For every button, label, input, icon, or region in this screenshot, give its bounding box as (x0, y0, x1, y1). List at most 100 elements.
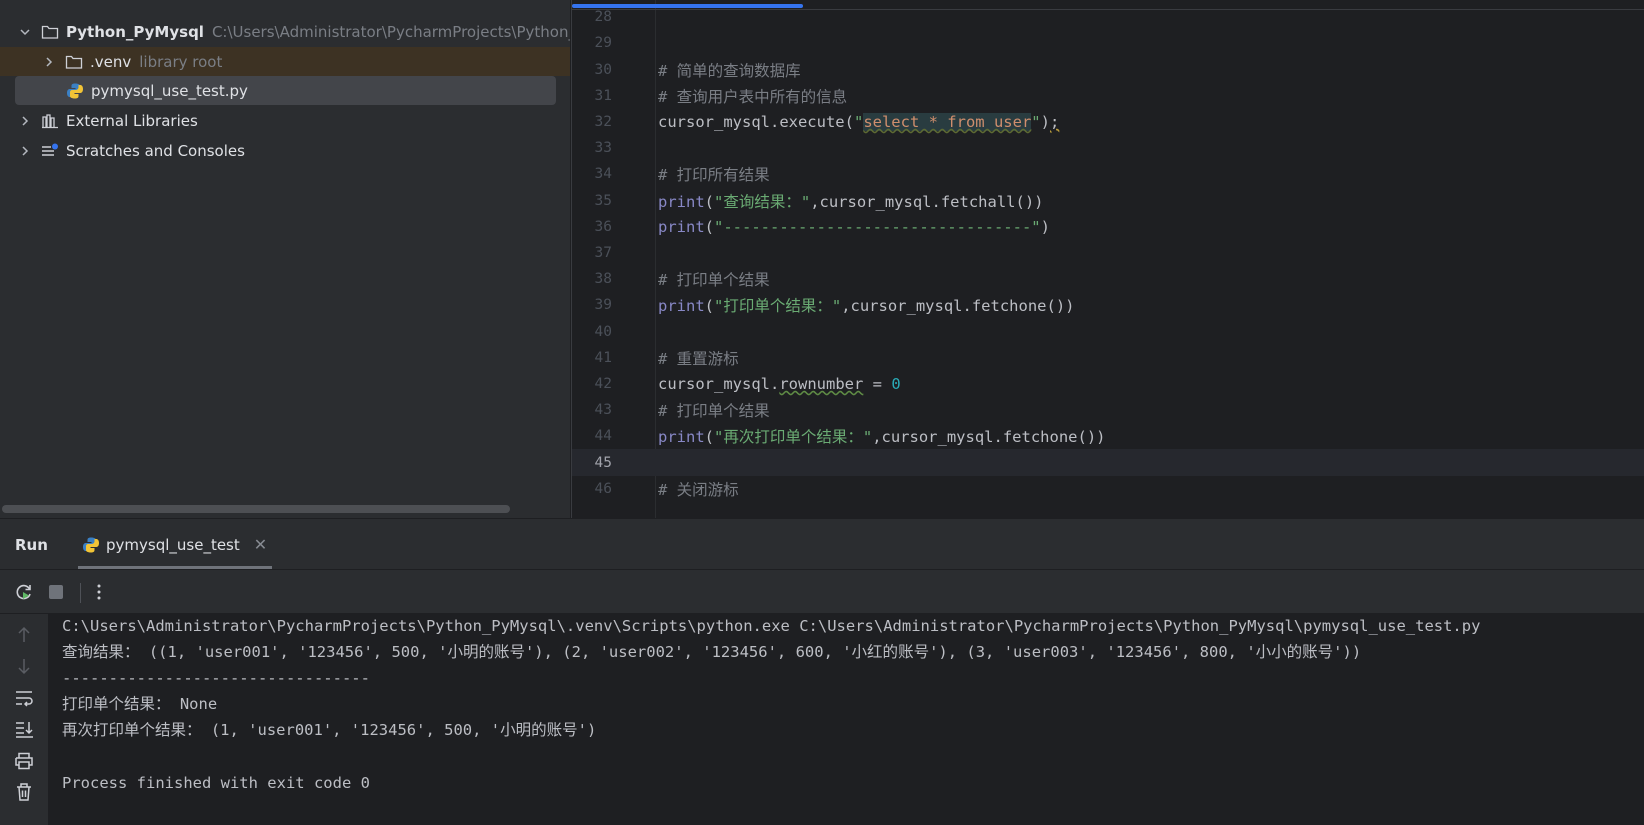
trash-icon[interactable] (13, 781, 35, 803)
tree-item-external-libraries[interactable]: External Libraries (0, 106, 570, 135)
code-token: " (853, 113, 864, 132)
code-line[interactable]: 35 print("查询结果：",cursor_mysql.fetchall()) (572, 187, 1644, 215)
code-token: print (658, 192, 705, 211)
run-tab-label: pymysql_use_test (106, 535, 240, 554)
run-tab-underline (78, 566, 272, 569)
line-number: 39 (594, 297, 612, 314)
line-number: 40 (594, 323, 612, 340)
soft-wrap-icon[interactable] (13, 687, 35, 709)
code-line[interactable]: 44 print("再次打印单个结果：",cursor_mysql.fetchon… (572, 423, 1644, 451)
active-tab-indicator (572, 4, 803, 8)
line-number: 43 (594, 402, 612, 419)
code-token: cursor_mysql.execute( (658, 113, 854, 132)
chevron-right-icon[interactable] (18, 114, 32, 128)
line-number: 37 (594, 245, 612, 262)
code-line[interactable]: 39 print("打印单个结果：",cursor_mysql.fetchone(… (572, 292, 1644, 320)
line-number: 45 (594, 454, 612, 471)
close-icon[interactable]: ✕ (254, 535, 267, 554)
console-line: Process finished with exit code 0 (62, 773, 370, 792)
console-line: --------------------------------- (62, 668, 370, 687)
console-line: 查询结果： ((1, 'user001', '123456', 500, '小明… (62, 642, 1362, 661)
line-number: 34 (594, 166, 612, 183)
run-tab[interactable]: pymysql_use_test ✕ (78, 519, 272, 570)
code-line[interactable]: 45 (572, 448, 1644, 477)
print-icon[interactable] (13, 750, 35, 772)
line-number: 41 (594, 349, 612, 366)
line-number: 29 (594, 35, 612, 52)
code-token: print (658, 217, 705, 236)
stop-icon[interactable] (45, 581, 67, 603)
chevron-down-icon[interactable] (18, 25, 32, 39)
code-token: # 打印所有结果 (658, 166, 770, 185)
external-libraries-label: External Libraries (66, 111, 198, 130)
line-number: 35 (594, 192, 612, 209)
line-number: 46 (594, 480, 612, 497)
library-icon (40, 112, 60, 130)
code-editor[interactable]: 28 29 30 # 简单的查询数据库 31 # 查询用户表中所有的信息 32 cursor_… (571, 0, 1644, 518)
code-token: # 查询用户表中所有的信息 (658, 87, 848, 106)
code-token: select * from user (863, 113, 1032, 132)
code-line[interactable]: 42 cursor_mysql.rownumber = 0 (572, 370, 1644, 398)
code-text: print("查询结果：",cursor_mysql.fetchall()) (658, 190, 1043, 212)
code-token: ) (1040, 217, 1050, 236)
venv-hint: library root (139, 52, 223, 71)
horizontal-scrollbar[interactable] (2, 505, 510, 513)
line-number: 31 (594, 87, 612, 104)
code-line[interactable]: 29 (572, 30, 1644, 58)
tree-item-project[interactable]: Python_PyMysql C:\Users\Administrator\Py… (0, 17, 570, 46)
arrow-up-icon[interactable] (13, 624, 35, 646)
code-text: # 查询用户表中所有的信息 (658, 85, 847, 107)
code-token: # 打印单个结果 (658, 402, 770, 421)
more-options-icon[interactable] (88, 581, 110, 603)
console-output[interactable]: C:\Users\Administrator\PycharmProjects\P… (48, 614, 1644, 825)
scroll-to-end-icon[interactable] (13, 718, 35, 740)
code-line[interactable]: 34 # 打印所有结果 (572, 161, 1644, 189)
code-line[interactable]: 37 (572, 239, 1644, 267)
code-token: = (863, 375, 892, 394)
tree-item-venv[interactable]: .venv library root (0, 47, 570, 76)
code-token: ( (704, 192, 715, 211)
code-line[interactable]: 33 (572, 135, 1644, 163)
line-number: 38 (594, 271, 612, 288)
code-line[interactable]: 40 (572, 318, 1644, 346)
code-text: # 打印所有结果 (658, 163, 770, 185)
code-line[interactable]: 32 cursor_mysql.execute("select * from us… (572, 108, 1644, 136)
line-number: 32 (594, 114, 612, 131)
chevron-right-icon[interactable] (18, 144, 32, 158)
code-text: cursor_mysql.rownumber = 0 (658, 375, 901, 393)
console-line: 打印单个结果： None (62, 695, 218, 714)
code-token: "打印单个结果：" (714, 297, 842, 316)
toolbar-separator (80, 583, 81, 603)
run-side-toolbar (0, 614, 48, 825)
code-text: print("打印单个结果：",cursor_mysql.fetchone()) (658, 294, 1074, 316)
arrow-down-icon[interactable] (13, 655, 35, 677)
scratches-label: Scratches and Consoles (66, 141, 245, 160)
line-number: 36 (594, 218, 612, 235)
code-token: ( (704, 217, 715, 236)
code-line[interactable]: 43 # 打印单个结果 (572, 397, 1644, 425)
code-token: ,cursor_mysql.fetchall()) (810, 192, 1044, 211)
code-token: # 重置游标 (658, 349, 739, 368)
tree-item-file[interactable]: pymysql_use_test.py (15, 76, 556, 105)
file-name: pymysql_use_test.py (91, 81, 248, 100)
code-line[interactable]: 36 print("-------------------------------… (572, 213, 1644, 241)
code-token: ( (704, 428, 715, 447)
tree-item-scratches[interactable]: Scratches and Consoles (0, 136, 570, 165)
code-line[interactable]: 41 # 重置游标 (572, 344, 1644, 372)
code-token: # 关闭游标 (658, 480, 739, 499)
code-line[interactable]: 38 # 打印单个结果 (572, 266, 1644, 294)
code-line[interactable]: 30 # 简单的查询数据库 (572, 56, 1644, 84)
rerun-icon[interactable] (13, 581, 35, 603)
code-text: # 重置游标 (658, 347, 739, 369)
code-token: print (658, 297, 705, 316)
python-file-icon (65, 82, 85, 100)
code-line[interactable]: 31 # 查询用户表中所有的信息 (572, 82, 1644, 110)
python-file-icon (82, 536, 100, 554)
code-line[interactable]: 46 # 关闭游标 (572, 475, 1644, 503)
editor-tab-bar (572, 0, 1644, 10)
chevron-right-icon[interactable] (42, 55, 56, 69)
code-token: "再次打印单个结果：" (714, 428, 873, 447)
code-token: ,cursor_mysql.fetchone()) (872, 428, 1106, 447)
code-token: ( (704, 297, 715, 316)
line-number: 33 (594, 140, 612, 157)
